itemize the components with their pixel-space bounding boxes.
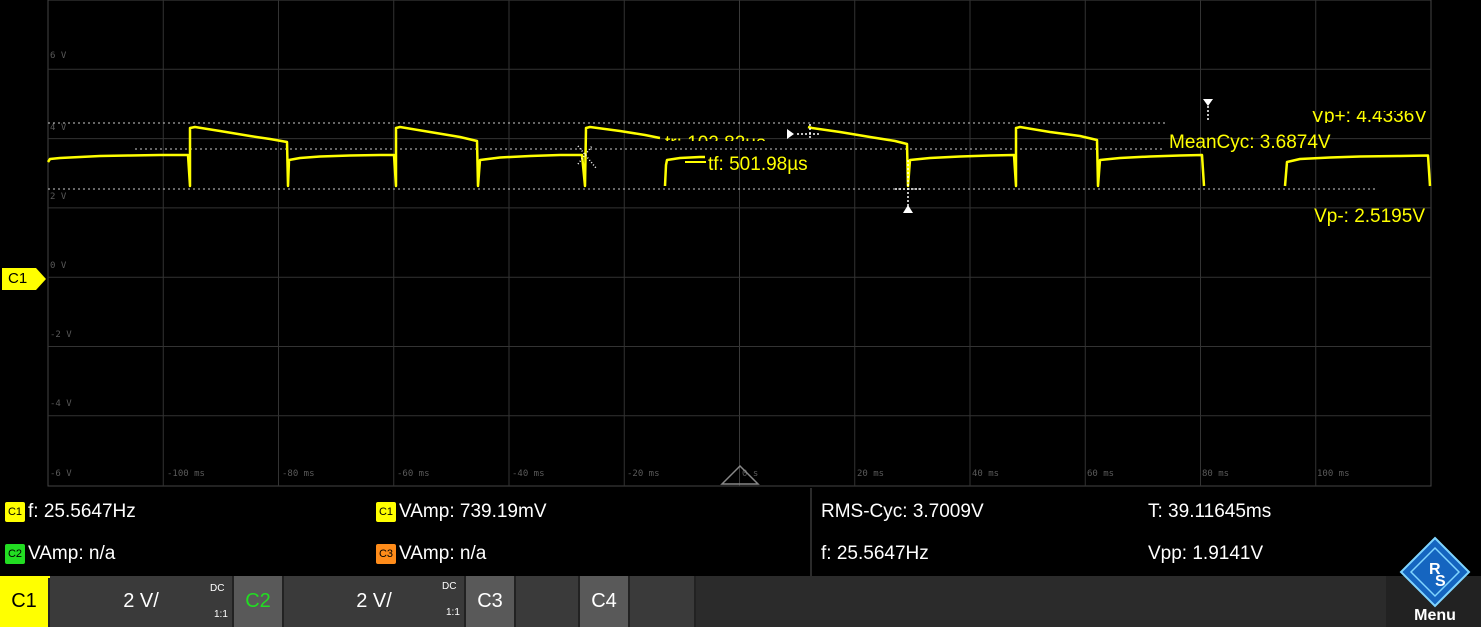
y-label-4: 4 V [50,123,67,133]
y-label-0: 0 V [50,261,67,271]
mean-cyc-label: MeanCyc: 3.6874V [1169,132,1331,153]
result-period-value: T: 39.11645ms [1148,501,1272,522]
results-divider [810,488,812,576]
channel-tab-c4[interactable]: C4 [580,576,694,627]
result-frequency[interactable]: f: 25.5647Hz [821,534,929,574]
channel-bar-empty-area [696,576,1386,627]
x-label-20: 20 ms [857,469,884,479]
result-c1-vamp[interactable]: C1 VAmp: 739.19mV [376,492,547,532]
c2-coupling: DC [442,581,457,592]
result-c3-vamp-value: VAmp: n/a [399,543,487,564]
c3-source-chip: C3 [376,544,396,564]
waveform-display[interactable]: 6 V 4 V 2 V 0 V -2 V -4 V -6 V -100 ms -… [0,0,1481,488]
c1-coupling: DC [210,583,225,594]
c3-scale-slot[interactable] [516,576,578,627]
c1-offset-marker[interactable]: C1 [2,268,46,290]
c1-vertical-scale[interactable]: 2 V/ [50,576,232,627]
vp-minus-label: Vp-: 2.5195V [1314,206,1425,227]
c1-name: C1 [0,576,48,627]
c2-source-chip: C2 [5,544,25,564]
result-rms-cyc-value: RMS-Cyc: 3.7009V [821,501,984,522]
result-c1-vamp-value: VAmp: 739.19mV [399,501,547,522]
c4-scale-slot[interactable] [630,576,694,627]
c4-name: C4 [580,576,628,627]
channel-bar: C1 2 V/ DC 1:1 C2 2 V/ DC 1:1 C3 C4 [0,576,1481,627]
result-frequency-value: f: 25.5647Hz [821,543,929,564]
result-c3-vamp[interactable]: C3 VAmp: n/a [376,534,486,574]
fall-time-label: tf: 501.98µs [708,154,808,175]
channel-tab-c3[interactable]: C3 [466,576,578,627]
result-c2-vamp-value: VAmp: n/a [28,543,116,564]
c1-marker-label: C1 [2,268,36,290]
result-period[interactable]: T: 39.11645ms [1148,492,1271,532]
rs-logo-icon: R S [1389,536,1481,610]
x-label-m40: -40 ms [512,469,545,479]
y-label-m2: -2 V [50,330,72,340]
menu-button[interactable]: R S Menu [1389,530,1481,627]
x-label-40: 40 ms [972,469,999,479]
y-label-m4: -4 V [50,399,72,409]
c1-probe-ratio: 1:1 [214,609,228,620]
result-c2-vamp[interactable]: C2 VAmp: n/a [5,534,115,574]
y-label-6: 6 V [50,51,67,61]
result-vpp[interactable]: Vpp: 1.9141V [1148,534,1263,574]
c1-source-chip: C1 [376,502,396,522]
x-label-60: 60 ms [1087,469,1114,479]
x-label-80: 80 ms [1202,469,1229,479]
x-label-100: 100 ms [1317,469,1350,479]
result-rms-cyc[interactable]: RMS-Cyc: 3.7009V [821,492,984,532]
c3-name: C3 [466,576,514,627]
channel-tab-c2[interactable]: C2 2 V/ DC 1:1 [234,576,464,627]
result-c1-frequency-value: f: 25.5647Hz [28,501,136,522]
c1-marker-arrow [36,268,46,290]
c2-probe-ratio: 1:1 [446,607,460,618]
channel-tab-c1[interactable]: C1 2 V/ DC 1:1 [0,576,232,627]
c2-vertical-scale[interactable]: 2 V/ [284,576,464,627]
result-c1-frequency[interactable]: C1 f: 25.5647Hz [5,492,136,532]
x-label-m80: -80 ms [282,469,315,479]
x-label-m20: -20 ms [627,469,660,479]
menu-label: Menu [1414,607,1456,624]
c1-source-chip: C1 [5,502,25,522]
y-label-m6: -6 V [50,469,72,479]
result-vpp-value: Vpp: 1.9141V [1148,543,1264,564]
x-label-m100: -100 ms [167,469,205,479]
y-label-2: 2 V [50,192,67,202]
svg-text:S: S [1435,573,1446,590]
x-label-m60: -60 ms [397,469,430,479]
measurement-results-panel: C1 f: 25.5647Hz C1 VAmp: 739.19mV RMS-Cy… [0,488,1481,576]
c2-name: C2 [234,576,282,627]
